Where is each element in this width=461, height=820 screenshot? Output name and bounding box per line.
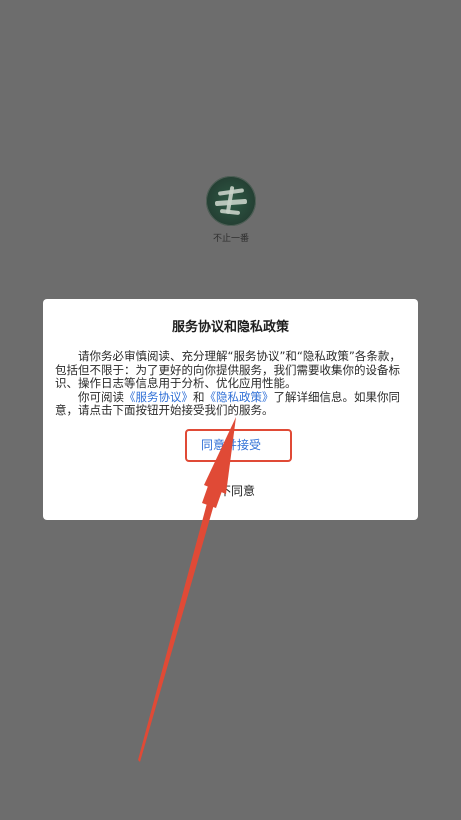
dialog-paragraph-1: 请你务必审慎阅读、充分理解“服务协议”和“隐私政策”各条款，包括但不限于：为了更… <box>55 349 401 390</box>
dialog-title: 服务协议和隐私政策 <box>171 320 289 335</box>
paragraph-2-prefix: 你可阅读 <box>78 389 124 404</box>
privacy-policy-link[interactable]: 《隐私政策》 <box>205 390 274 404</box>
app-name: 不止一番 <box>212 234 249 244</box>
privacy-dialog: 服务协议和隐私政策 请你务必审慎阅读、充分理解“服务协议”和“隐私政策”各条款，… <box>43 299 418 520</box>
dialog-body: 请你务必审慎阅读、充分理解“服务协议”和“隐私政策”各条款，包括但不限于：为了更… <box>55 349 407 418</box>
app-logo <box>206 176 256 226</box>
service-agreement-link[interactable]: 《服务协议》 <box>124 390 193 404</box>
paragraph-2-and: 和 <box>193 389 205 404</box>
disagree-button[interactable]: 暂不同意 <box>185 476 277 506</box>
agree-button[interactable]: 同意并接受 <box>185 430 277 460</box>
dialog-paragraph-2: 你可阅读《服务协议》和《隐私政策》了解详细信息。如果你同意，请点击下面按钮开始接… <box>55 389 407 418</box>
